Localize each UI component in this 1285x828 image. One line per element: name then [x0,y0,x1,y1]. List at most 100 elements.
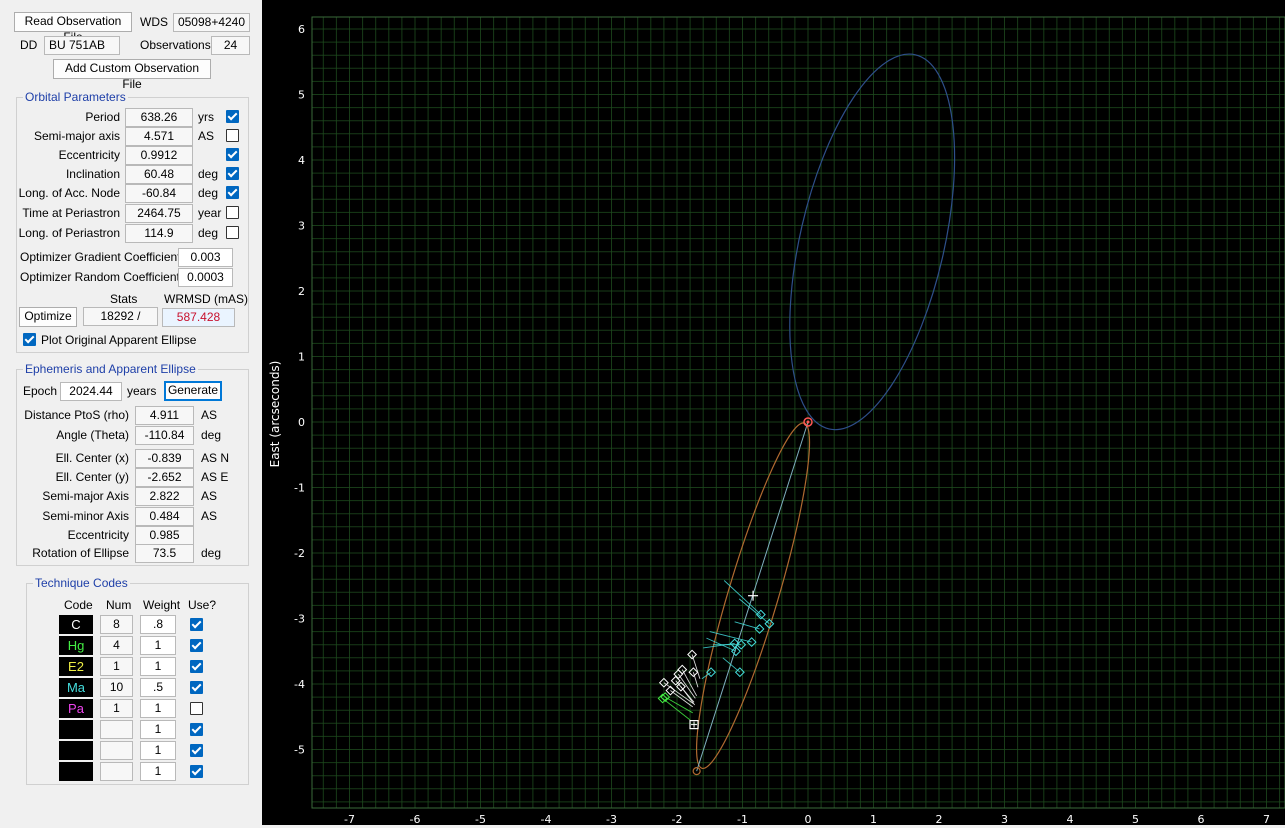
y-tick-label: -3 [294,613,305,626]
technique-code-swatch[interactable] [59,741,93,760]
x-tick-label: 0 [805,813,812,825]
x-tick-label: -3 [606,813,617,825]
technique-use-checkbox[interactable] [190,639,203,652]
technique-num-field: 1 [100,657,133,676]
orbital-param-fit-checkbox[interactable] [226,206,239,219]
ephemeris-unit: AS [201,489,218,503]
y-tick-label: -4 [294,678,305,691]
orbital-param-field[interactable]: 60.48 [125,165,193,184]
y-tick-label: 2 [298,285,305,298]
y-tick-label: 3 [298,220,305,233]
years-label: years [127,384,157,398]
orbital-param-fit-checkbox[interactable] [226,226,239,239]
technique-weight-field[interactable]: .8 [140,615,176,634]
ephemeris-value: -0.839 [135,449,194,468]
x-tick-label: -2 [672,813,683,825]
y-axis-label: East (arcseconds) [268,361,282,468]
orbital-param-fit-checkbox[interactable] [226,186,239,199]
x-tick-label: 2 [936,813,943,825]
ephemeris-unit: AS N [201,451,230,465]
plot-original-ellipse-checkbox[interactable] [23,333,36,346]
wds-field[interactable]: 05098+4240 [173,13,250,32]
y-tick-label: -2 [294,547,305,560]
epoch-field[interactable]: 2024.44 [60,382,122,401]
technique-weight-field[interactable]: .5 [140,678,176,697]
orbital-param-field[interactable]: 0.9912 [125,146,193,165]
technique-use-checkbox[interactable] [190,765,203,778]
optimize-button[interactable]: Optimize [19,307,77,327]
technique-weight-field[interactable]: 1 [140,741,176,760]
orbital-param-fit-checkbox[interactable] [226,110,239,123]
orbital-param-label: Eccentricity [58,148,120,162]
observations-field[interactable]: 24 [211,36,250,55]
dd-field[interactable]: BU 751AB [44,36,120,55]
orbital-param-label: Period [85,110,120,124]
ephemeris-label: Angle (Theta) [56,428,129,442]
technique-code-swatch[interactable] [59,720,93,739]
x-tick-label: -1 [737,813,748,825]
orbits [657,53,956,776]
ephemeris-value: -110.84 [135,426,194,445]
technique-use-checkbox[interactable] [190,660,203,673]
ephemeris-label: Semi-major Axis [42,489,129,503]
technique-header-use: Use? [188,598,217,612]
ephemeris-value: 0.484 [135,507,194,526]
gradient-coefficient-field[interactable]: 0.003 [178,248,233,267]
y-tick-label: 1 [298,351,305,364]
orbital-param-field[interactable]: 4.571 [125,127,193,146]
technique-code-swatch[interactable]: C [59,615,93,634]
epoch-label: Epoch [23,384,58,398]
technique-use-checkbox[interactable] [190,723,203,736]
technique-code-swatch[interactable]: Pa [59,699,93,718]
ephemeris-unit: AS E [201,470,229,484]
technique-weight-field[interactable]: 1 [140,762,176,781]
technique-code-swatch[interactable]: Ma [59,678,93,697]
technique-code-swatch[interactable]: Hg [59,636,93,655]
orbital-param-fit-checkbox[interactable] [226,167,239,180]
x-tick-label: 3 [1001,813,1008,825]
technique-num-field: 4 [100,636,133,655]
wrmsd-label: WRMSD (mAS) [164,292,248,306]
ephemeris-value: 4.911 [135,406,194,425]
add-custom-observation-file-button[interactable]: Add Custom Observation File [53,59,211,91]
plot-frame [311,16,1285,809]
orbital-param-field[interactable]: 2464.75 [125,204,193,223]
orbital-param-unit: deg [198,167,219,181]
stats-field: 18292 / [83,307,158,326]
orbit-plot[interactable]: -7 -6 -5 -4 -3 -2 -1 0 1 2 3 4 5 6 7 6 5 4 3 2 1 0 -1 -2 -3 -4 -5 … [262,0,1285,826]
gradient-coefficient-label: Optimizer Gradient Coefficient [20,250,181,264]
y-tick-label: 4 [298,154,305,167]
grid [311,16,1285,809]
orbital-param-field[interactable]: -60.84 [125,184,193,203]
ephemeris-label: Rotation of Ellipse [32,546,129,560]
technique-weight-field[interactable]: 1 [140,699,176,718]
technique-header-num: Num [106,598,132,612]
orbital-param-unit: AS [198,129,215,143]
orbital-param-field[interactable]: 114.9 [125,224,193,243]
orbital-param-unit: yrs [198,110,214,124]
orbital-param-field[interactable]: 638.26 [125,108,193,127]
technique-use-checkbox[interactable] [190,702,203,715]
generate-button[interactable]: Generate [164,381,222,401]
technique-weight-field[interactable]: 1 [140,636,176,655]
random-coefficient-field[interactable]: 0.0003 [178,268,233,287]
ephemeris-unit: AS [201,509,218,523]
ephemeris-value: -2.652 [135,468,194,487]
technique-weight-field[interactable]: 1 [140,720,176,739]
y-tick-label: 5 [298,89,305,102]
ephemeris-title: Ephemeris and Apparent Ellipse [23,362,198,376]
orbital-param-fit-checkbox[interactable] [226,148,239,161]
technique-num-field [100,720,133,739]
orbital-param-fit-checkbox[interactable] [226,129,239,142]
technique-code-swatch[interactable]: E2 [59,657,93,676]
x-tick-label: 7 [1263,813,1270,825]
technique-code-swatch[interactable] [59,762,93,781]
technique-use-checkbox[interactable] [190,618,203,631]
technique-use-checkbox[interactable] [190,744,203,757]
read-observation-file-button[interactable]: Read Observation File [14,12,132,44]
technique-weight-field[interactable]: 1 [140,657,176,676]
stats-label: Stats [110,292,138,306]
observations-label: Observations [140,38,211,52]
technique-use-checkbox[interactable] [190,681,203,694]
x-tick-label: -4 [541,813,552,825]
